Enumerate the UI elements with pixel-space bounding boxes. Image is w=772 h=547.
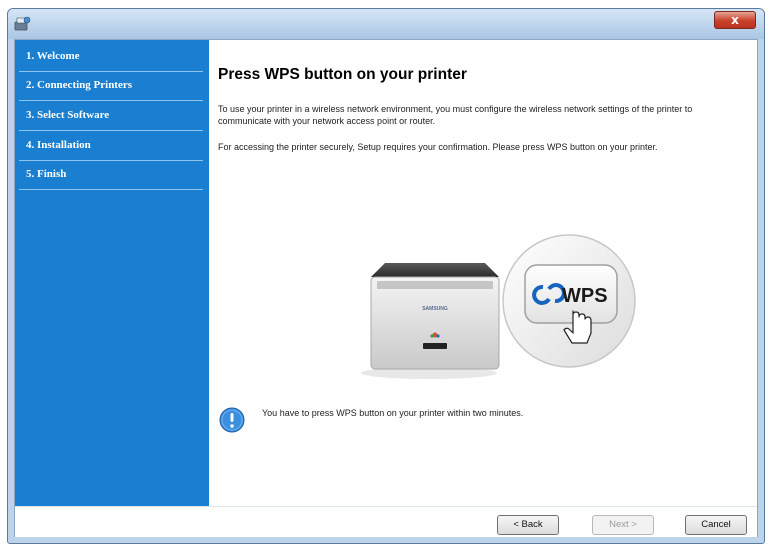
wps-button-label: WPS	[562, 285, 608, 307]
divider	[19, 100, 203, 101]
close-button[interactable]: x	[714, 11, 756, 29]
installer-window: x 1. Welcome 2. Connecting Printers 3. S…	[7, 8, 765, 544]
setup-app-icon	[14, 16, 31, 31]
notice-message: You have to press WPS button on your pri…	[262, 408, 524, 418]
description-paragraph: To use your printer in a wireless networ…	[218, 104, 693, 126]
divider	[19, 130, 203, 131]
window-client-area: 1. Welcome 2. Connecting Printers 3. Sel…	[14, 39, 758, 537]
sidebar-step-select-software: 3. Select Software	[15, 102, 209, 131]
sidebar-step-finish: 5. Finish	[15, 161, 209, 190]
sidebar-step-welcome: 1. Welcome	[15, 43, 209, 72]
button-bar: < Back Next > Cancel	[15, 506, 757, 537]
printer-brand-label: SAMSUNG	[422, 306, 448, 312]
printer-wps-illustration: SAMSUNG WPS	[361, 234, 636, 379]
title-bar: x	[8, 9, 764, 39]
back-button[interactable]: < Back	[497, 515, 559, 535]
step-sidebar: 1. Welcome 2. Connecting Printers 3. Sel…	[15, 40, 209, 506]
divider	[19, 189, 203, 190]
main-content: Press WPS button on your printer To use …	[209, 40, 757, 506]
cancel-button[interactable]: Cancel	[685, 515, 747, 535]
sidebar-step-label: 1. Welcome	[26, 50, 80, 62]
sidebar-step-connecting-printers: 2. Connecting Printers	[15, 72, 209, 101]
confirmation-paragraph: For accessing the printer securely, Setu…	[218, 142, 658, 152]
sidebar-step-label: 5. Finish	[26, 168, 67, 180]
next-button[interactable]: Next >	[592, 515, 654, 535]
sidebar-step-label: 3. Select Software	[26, 109, 110, 121]
sidebar-step-installation: 4. Installation	[15, 132, 209, 161]
page-title: Press WPS button on your printer	[218, 66, 467, 83]
info-icon	[219, 407, 245, 433]
sidebar-step-label: 2. Connecting Printers	[26, 79, 133, 91]
sidebar-step-label: 4. Installation	[26, 139, 91, 151]
